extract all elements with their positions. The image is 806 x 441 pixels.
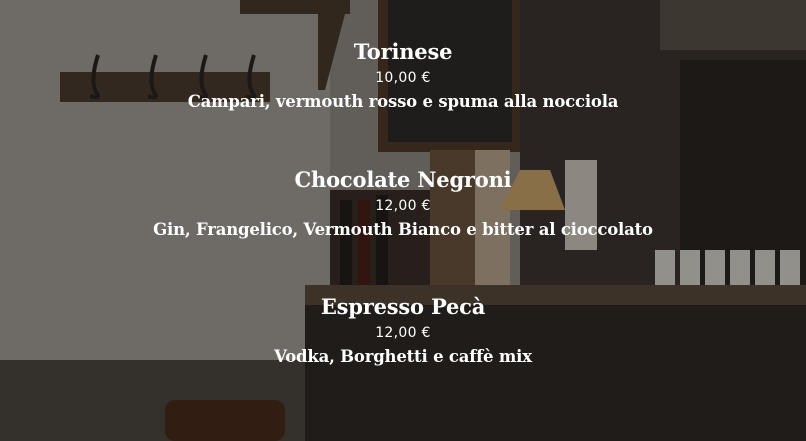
item-name: Chocolate Negroni — [294, 167, 512, 192]
menu-item: Chocolate Negroni 12,00 € Gin, Frangelic… — [0, 167, 806, 241]
item-price: 10,00 € — [375, 70, 431, 86]
item-description: Vodka, Borghetti e caffè mix — [274, 347, 532, 366]
cocktail-menu: Torinese 10,00 € Campari, vermouth rosso… — [0, 0, 806, 441]
item-price: 12,00 € — [375, 325, 431, 341]
item-name: Espresso Pecà — [320, 294, 486, 319]
item-description: Gin, Frangelico, Vermouth Bianco e bitte… — [153, 220, 653, 239]
item-price: 12,00 € — [375, 198, 431, 214]
item-name: Torinese — [353, 39, 453, 64]
menu-item: Espresso Pecà 12,00 € Vodka, Borghetti e… — [0, 294, 806, 368]
item-description: Campari, vermouth rosso e spuma alla noc… — [187, 92, 619, 111]
menu-item: Torinese 10,00 € Campari, vermouth rosso… — [0, 39, 806, 113]
